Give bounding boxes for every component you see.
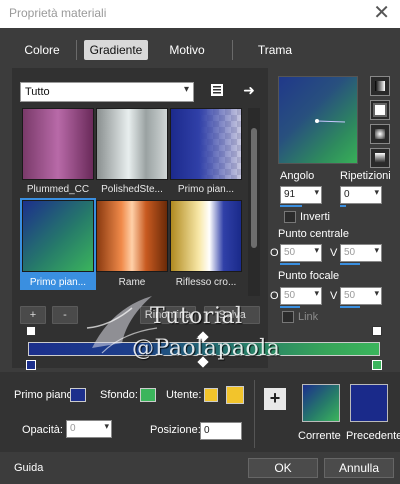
repeats-value: 0: [344, 189, 350, 200]
title-bar: Proprietà materiali ✕: [0, 0, 400, 28]
watermark-line1: Tutorial: [150, 304, 243, 329]
opacity-stop-left[interactable]: [26, 326, 36, 336]
tab-colore[interactable]: Colore: [16, 40, 68, 60]
background-swatch[interactable]: [140, 388, 156, 402]
gradient-thumb-chrome-reflection[interactable]: [170, 200, 242, 272]
current-gradient-swatch[interactable]: [302, 384, 340, 422]
center-v-label: V: [330, 247, 338, 259]
gradient-thumb-plummed[interactable]: [22, 108, 94, 180]
color-stop-right[interactable]: [372, 360, 382, 370]
add-swatch-button[interactable]: +: [264, 388, 286, 410]
focal-o-label: O: [270, 290, 279, 302]
gradient-thumb-polished-steel[interactable]: [96, 108, 168, 180]
angle-input[interactable]: 91 ▾: [280, 186, 322, 204]
user-color-radio[interactable]: [204, 388, 218, 402]
rectangular-style-button[interactable]: [370, 100, 390, 120]
chevron-down-icon[interactable]: ▾: [314, 245, 319, 256]
focal-vertical-input[interactable]: 50 ▾: [340, 287, 382, 305]
user-label: Utente:: [166, 389, 202, 401]
invert-checkbox[interactable]: [284, 211, 296, 223]
cancel-button[interactable]: Annulla: [324, 458, 394, 478]
previous-swatch[interactable]: [350, 384, 388, 422]
center-vertical-slider[interactable]: [340, 263, 360, 265]
gradient-thumb-foreground-transparent[interactable]: [170, 108, 242, 180]
help-link[interactable]: Guida: [14, 462, 43, 474]
foreground-swatch[interactable]: [70, 388, 86, 402]
current-label: Corrente: [298, 430, 341, 442]
focal-vertical-slider[interactable]: [340, 306, 360, 308]
sunburst-style-button[interactable]: [370, 124, 390, 144]
repeats-slider[interactable]: [340, 205, 346, 207]
focal-v-value: 50: [344, 290, 356, 301]
previous-label: Precedente: [346, 430, 400, 442]
arrow-right-icon[interactable]: ➜: [240, 81, 258, 99]
center-o-label: O: [270, 247, 279, 259]
position-input[interactable]: 0: [200, 422, 242, 440]
center-v-value: 50: [344, 247, 356, 258]
scrollbar-thumb[interactable]: [251, 128, 257, 248]
chevron-down-icon[interactable]: ▾: [374, 245, 379, 256]
position-label: Posizione:: [150, 424, 201, 436]
color-stop-left[interactable]: [26, 360, 36, 370]
center-vertical-input[interactable]: 50 ▾: [340, 244, 382, 262]
thumb-label: Plummed_CC: [26, 184, 90, 195]
center-o-value: 50: [284, 247, 296, 258]
focal-horizontal-input[interactable]: 50 ▾: [280, 287, 322, 305]
repeats-input[interactable]: 0 ▾: [340, 186, 382, 204]
foreground-label: Primo piano:: [14, 389, 76, 401]
chevron-down-icon[interactable]: ▾: [314, 288, 319, 299]
remove-stop-button[interactable]: -: [52, 306, 78, 324]
center-horizontal-slider[interactable]: [280, 263, 300, 265]
background-label: Sfondo:: [100, 389, 138, 401]
thumb-label: PolishedSte...: [101, 184, 163, 195]
chevron-down-icon[interactable]: ▾: [374, 288, 379, 299]
tab-separator: [232, 40, 233, 60]
angle-label: Angolo: [280, 170, 315, 182]
position-value: 0: [204, 425, 210, 436]
tab-motivo[interactable]: Motivo: [160, 40, 214, 60]
chevron-down-icon[interactable]: ▾: [104, 421, 109, 432]
link-checkbox[interactable]: [282, 311, 294, 323]
repeats-label: Ripetizioni: [340, 170, 391, 182]
tab-bar: Colore Gradiente Motivo Trama: [0, 36, 400, 64]
focal-o-value: 50: [284, 290, 296, 301]
window-title: Proprietà materiali: [9, 6, 107, 20]
ok-button[interactable]: OK: [248, 458, 318, 478]
chevron-down-icon[interactable]: ▾: [374, 187, 379, 198]
chevron-down-icon: ▾: [183, 84, 189, 95]
invert-label: Inverti: [300, 211, 330, 223]
opacity-stop-right[interactable]: [372, 326, 382, 336]
divider: [254, 380, 255, 448]
opacity-label: Opacità:: [22, 424, 63, 436]
thumb-label: Primo pian...: [177, 184, 235, 195]
watermark-line2: @Paolapaola: [132, 336, 281, 361]
opacity-input[interactable]: 0 ▾: [66, 420, 112, 438]
library-menu-icon[interactable]: [208, 82, 226, 100]
category-dropdown[interactable]: Tutto ▾: [20, 82, 194, 102]
angle-value: 91: [284, 189, 296, 200]
focal-v-label: V: [330, 290, 338, 302]
chevron-down-icon[interactable]: ▾: [314, 187, 319, 198]
center-horizontal-input[interactable]: 50 ▾: [280, 244, 322, 262]
library-scrollbar[interactable]: [248, 108, 260, 296]
tab-separator: [76, 40, 77, 60]
category-value: Tutto: [25, 86, 50, 98]
focal-point-label: Punto focale: [278, 270, 340, 282]
tab-trama[interactable]: Trama: [248, 40, 302, 60]
gradient-thumb-copper[interactable]: [96, 200, 168, 272]
gradient-thumb-foreground-background[interactable]: [22, 200, 94, 272]
close-icon[interactable]: ✕: [373, 2, 390, 24]
angle-slider[interactable]: [280, 205, 302, 207]
focal-horizontal-slider[interactable]: [280, 306, 300, 308]
user-color-swatch[interactable]: [226, 386, 244, 404]
link-label: Link: [298, 311, 319, 323]
tab-gradiente[interactable]: Gradiente: [84, 40, 148, 60]
thumb-label: Riflesso cro...: [175, 277, 237, 288]
opacity-value: 0: [70, 423, 76, 434]
add-stop-button[interactable]: +: [20, 306, 46, 324]
radial-style-button[interactable]: [370, 148, 390, 168]
center-point-label: Punto centrale: [278, 228, 349, 240]
linear-style-button[interactable]: [370, 76, 390, 96]
gradient-preview[interactable]: [278, 76, 358, 164]
